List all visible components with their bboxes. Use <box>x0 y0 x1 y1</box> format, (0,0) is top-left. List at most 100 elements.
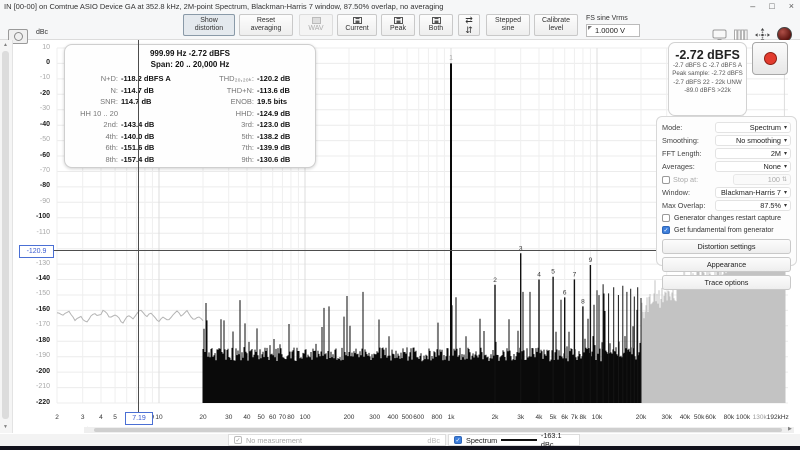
save-both-button[interactable]: Both <box>419 14 453 36</box>
scroll-down-icon[interactable]: ▼ <box>3 424 8 430</box>
minimize-button[interactable]: – <box>750 0 755 12</box>
no-measurement-label: No measurement <box>246 435 302 445</box>
save-peak-label: Peak <box>390 24 406 32</box>
distortion-label: THD+N: <box>226 85 254 95</box>
save-current-button[interactable]: Current <box>337 14 377 36</box>
max-overlap-select-row: Max Overlap: 87.5% ▾ <box>662 199 791 212</box>
level-tick: -70 <box>39 166 50 174</box>
distortion-settings-button[interactable]: Distortion settings <box>662 239 791 254</box>
freq-tick: 40k <box>679 414 691 421</box>
level-tick: -100 <box>35 213 50 221</box>
spinner-arrows-icon[interactable]: ⇅ <box>782 176 787 183</box>
freq-tick: 6k <box>561 414 569 421</box>
distortion-label: THD₂₀,₂₀ₖ: <box>219 74 254 83</box>
freq-tick: 50k <box>693 414 705 421</box>
freq-tick: 20 <box>199 414 207 421</box>
stepped-sine-button[interactable]: Stepped sine <box>486 14 530 36</box>
record-button[interactable] <box>752 42 788 75</box>
level-tick: -160 <box>35 305 50 313</box>
svg-text:5: 5 <box>551 269 555 276</box>
generator-restart-checkbox[interactable]: Generator changes restart capture <box>662 212 791 224</box>
vertical-scrollbar-thumb[interactable] <box>2 51 9 419</box>
stop-at-checkbox[interactable] <box>662 175 670 184</box>
freq-tick: 60 <box>269 414 277 421</box>
level-tick: -200 <box>35 367 50 375</box>
freq-tick: 60k <box>705 414 716 421</box>
fft-length-select-row: FFT Length: 2M ▾ <box>662 147 791 160</box>
level-tick: -40 <box>39 120 50 128</box>
distortion-label: 3rd: <box>241 120 254 129</box>
averages-select[interactable]: None ▾ <box>715 161 791 172</box>
mode-select[interactable]: Spectrum ▾ <box>715 122 791 133</box>
svg-text:1: 1 <box>449 54 453 61</box>
fs-sine-caption: FS sine Vrms <box>586 15 628 22</box>
control-label: Stop at: <box>673 175 699 184</box>
show-distortion-button[interactable]: Show distortion <box>183 14 235 36</box>
spectrum-trace-checkbox[interactable]: ✓ <box>454 436 462 444</box>
trace-options-button[interactable]: Trace options <box>662 275 791 290</box>
edit-flag-icon <box>588 26 592 30</box>
wav-label: WAV <box>308 24 324 32</box>
chevron-down-icon: ▾ <box>783 125 787 131</box>
vertical-scrollbar[interactable]: ▲ ▼ <box>0 40 13 433</box>
horizontal-scrollbar-thumb[interactable] <box>94 428 782 432</box>
stop-at-spinner[interactable]: 100 ⇅ <box>733 174 791 185</box>
stepped-sine-label: Stepped sine <box>494 16 522 32</box>
level-tick: -180 <box>35 336 50 344</box>
distortion-label: HHD: <box>235 108 254 118</box>
scroll-up-icon[interactable]: ▲ <box>3 42 8 48</box>
toolbar: Show distortion Reset averaging WAV Curr… <box>0 12 800 44</box>
window-select[interactable]: Blackman-Harris 7 ▾ <box>715 187 791 198</box>
calibrate-level-button[interactable]: Calibrate level <box>534 14 578 36</box>
distortion-label: 2nd: <box>103 120 118 129</box>
level-tick: -90 <box>39 197 50 205</box>
freq-tick: 3 <box>80 414 85 421</box>
freq-tick: 4 <box>99 414 103 421</box>
chevron-down-icon: ▾ <box>783 164 787 170</box>
freq-tick: 8k <box>579 414 587 421</box>
wav-button: WAV <box>299 14 333 36</box>
appearance-button[interactable]: Appearance <box>662 257 791 272</box>
checkbox-icon[interactable]: ✓ <box>662 226 670 234</box>
input-level-peak: Peak sample: -2.72 dBFS <box>672 70 743 78</box>
max-overlap-select[interactable]: 87.5% ▾ <box>715 200 791 211</box>
floppy-icon <box>393 16 403 24</box>
trace-color-swatch <box>501 439 537 441</box>
close-button[interactable]: × <box>789 0 794 12</box>
level-tick: 0 <box>46 58 50 66</box>
get-fundamental-checkbox[interactable]: ✓ Get fundamental from generator <box>662 224 791 236</box>
rew-spectrum-window: IN [00-00] on Comtrue ASIO Device GA at … <box>0 0 800 450</box>
level-tick: -110 <box>36 228 51 236</box>
freq-tick: 10 <box>155 414 163 421</box>
control-value: Spectrum <box>749 123 781 132</box>
controls-panel: Mode: Spectrum ▾ Smoothing: No smoothing ▾ FFT… <box>656 116 797 290</box>
fft-length-select[interactable]: 2M ▾ <box>715 148 791 159</box>
window-title: IN [00-00] on Comtrue ASIO Device GA at … <box>4 2 444 11</box>
distortion-label: 5th: <box>241 131 254 141</box>
distortion-value: -124.9 dB <box>257 108 291 118</box>
level-tick: -170 <box>35 321 50 329</box>
horizontal-scrollbar[interactable] <box>84 427 794 433</box>
save-peak-button[interactable]: Peak <box>381 14 415 36</box>
svg-text:6: 6 <box>563 289 567 296</box>
fs-sine-input[interactable]: 1.0000 V <box>586 24 640 37</box>
scroll-right-icon[interactable]: ▶ <box>788 426 792 432</box>
freq-tick: 192kHz <box>766 414 789 421</box>
control-value: No smoothing <box>735 136 781 145</box>
distortion-label: 9th: <box>241 154 254 164</box>
freq-tick: 800 <box>431 414 443 421</box>
distortion-label: 6th: <box>105 143 118 152</box>
no-measurement-checkbox[interactable]: ✓ <box>234 436 242 444</box>
cursor-frequency-label: 7.19 <box>125 412 153 425</box>
transfer-arrows-button[interactable]: ⇄ ⇵ <box>458 14 480 36</box>
measurement-status-box: ✓ No measurement dBc <box>228 434 446 446</box>
checkbox-icon[interactable] <box>662 214 670 222</box>
input-level-weighted: -2.7 dBFS C -2.7 dBFS A <box>672 62 743 69</box>
chevron-down-icon: ▾ <box>783 190 787 196</box>
svg-text:9: 9 <box>589 257 593 264</box>
maximize-button[interactable]: □ <box>769 0 774 12</box>
reset-averaging-button[interactable]: Reset averaging <box>239 14 293 36</box>
calibrate-level-label: Calibrate level <box>541 16 570 32</box>
smoothing-select[interactable]: No smoothing ▾ <box>715 135 791 146</box>
level-tick: -220 <box>35 398 50 406</box>
